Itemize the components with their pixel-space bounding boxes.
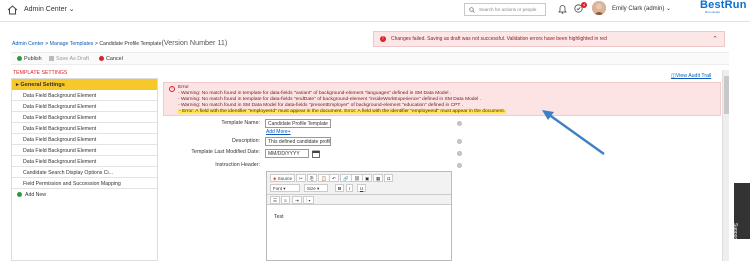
copy-button[interactable]: ⎘ — [307, 174, 317, 182]
cancel-icon — [99, 56, 104, 61]
editor-toolbar: ◈ Source ✂ ⎘ 📋 ↶ 🔗 ⛓ ▣ ▦ Ω Font ▾ Size ▾… — [267, 172, 451, 195]
scrollbar[interactable] — [722, 70, 729, 261]
source-button[interactable]: ◈ Source — [270, 174, 295, 182]
sidebar-item[interactable]: Data Field Background Element — [12, 123, 157, 134]
link-button[interactable]: 🔗 — [340, 174, 352, 182]
template-name-label: Template Name: — [221, 120, 260, 126]
sidebar-item[interactable]: Data Field Background Element — [12, 90, 157, 101]
indent-button[interactable]: ⇥ — [292, 196, 302, 204]
breadcrumb-manage-templates[interactable]: Manage Templates — [50, 41, 94, 47]
rich-text-editor[interactable]: ◈ Source ✂ ⎘ 📋 ↶ 🔗 ⛓ ▣ ▦ Ω Font ▾ Size ▾… — [266, 171, 452, 261]
instruction-header-label: Instruction Header: — [215, 162, 260, 168]
save-icon — [49, 56, 54, 61]
sidebar-item[interactable]: Data Field Background Element — [12, 134, 157, 145]
template-name-field[interactable]: Candidate Profile Template — [265, 119, 331, 128]
home-icon[interactable] — [7, 5, 18, 15]
sidebar-item[interactable]: Data Field Background Element — [12, 145, 157, 156]
cut-button[interactable]: ✂ — [296, 174, 306, 182]
editor-toolbar-row: ☰ ≡ ⇥ ⫶ ▾ — [267, 195, 451, 205]
image-button[interactable]: ▣ — [362, 174, 373, 182]
breadcrumb-admin-center[interactable]: Admin Center — [12, 41, 44, 47]
sidebar-item-general-settings[interactable]: ▸ General Settings — [12, 79, 157, 90]
brand-tagline: Run simple — [705, 10, 721, 14]
sidebar-item[interactable]: Data Field Background Element — [12, 101, 157, 112]
banner-message: Changes failed. Saving as draft was not … — [391, 36, 607, 42]
sidebar-item[interactable]: Field Permission and Succession Mapping — [12, 178, 157, 189]
annotation-arrow — [542, 110, 605, 155]
error-icon: ! — [380, 36, 386, 42]
error-line: - Warning: No match found in template fo… — [178, 91, 452, 96]
description-label: Description: — [232, 138, 260, 144]
search-input[interactable]: Search for actions or people — [464, 3, 546, 16]
sidebar-item[interactable]: Candidate Search Display Options Ci... — [12, 167, 157, 178]
error-banner: ! Changes failed. Saving as draft was no… — [373, 31, 725, 47]
toolbar: Publish Save As Draft Cancel — [11, 52, 729, 65]
sidebar: ▸ General Settings Data Field Background… — [11, 78, 158, 261]
app-switcher[interactable]: Admin Center ⌄ — [24, 5, 75, 13]
publish-icon — [17, 56, 22, 61]
template-settings-title: TEMPLATE SETTINGS — [13, 70, 68, 76]
unlink-button[interactable]: ⛓ — [351, 174, 363, 182]
support-tab[interactable]: Support — [732, 183, 750, 241]
error-line-highlighted: - Error: A field with the identifier "em… — [178, 109, 507, 114]
search-placeholder: Search for actions or people — [479, 7, 537, 12]
help-icon[interactable]: ? — [457, 121, 462, 126]
bullet-list-button[interactable]: ☰ — [270, 196, 281, 204]
italic-button[interactable]: I — [346, 184, 354, 192]
help-icon[interactable]: ? — [457, 163, 462, 168]
add-more-link[interactable]: Add More+ — [266, 129, 291, 135]
bold-button[interactable]: B — [335, 184, 345, 192]
last-modified-date-label: Template Last Modified Date: — [191, 149, 260, 155]
help-icon[interactable]: ? — [457, 139, 462, 144]
view-audit-trail-link[interactable]: ◫View Audit Trail — [671, 73, 711, 79]
scrollbar-thumb[interactable] — [724, 76, 729, 114]
bell-icon[interactable] — [558, 4, 567, 14]
breadcrumb: Admin Center > Manage Templates > Candid… — [12, 38, 227, 47]
calendar-icon[interactable] — [312, 150, 320, 158]
underline-button[interactable]: U — [357, 184, 367, 192]
font-select[interactable]: Font ▾ — [270, 184, 300, 192]
error-panel: ! Error - Warning: No match found in tem… — [163, 82, 721, 116]
table-button[interactable]: ▦ — [373, 174, 384, 182]
undo-button[interactable]: ↶ — [329, 174, 339, 182]
help-icon[interactable]: ? — [457, 151, 462, 156]
sidebar-item[interactable]: Data Field Background Element — [12, 112, 157, 123]
editor-content[interactable]: Test — [274, 214, 284, 220]
search-icon — [469, 7, 475, 13]
version-number: (Version Number 11) — [161, 38, 228, 47]
publish-button[interactable]: Publish — [17, 56, 42, 62]
avatar[interactable] — [592, 1, 606, 15]
breadcrumb-current: Candidate Profile Template — [99, 41, 162, 47]
save-as-draft-button[interactable]: Save As Draft — [49, 56, 89, 62]
error-icon: ! — [169, 86, 175, 92]
add-new-button[interactable]: Add New — [12, 189, 157, 200]
error-line: - Warning: No match found in SM Data Mod… — [178, 103, 464, 108]
size-select[interactable]: Size ▾ — [304, 184, 328, 192]
cancel-button[interactable]: Cancel — [99, 56, 123, 62]
numbered-list-button[interactable]: ≡ — [281, 196, 290, 204]
paste-button[interactable]: 📋 — [318, 174, 330, 182]
add-icon — [17, 192, 22, 197]
last-modified-date-field[interactable]: MM/DD/YYYY — [265, 149, 309, 158]
user-menu[interactable]: Emily Clark (admin) ⌄ — [612, 5, 671, 12]
collapse-icon[interactable]: ⌃ — [712, 35, 718, 43]
sidebar-item[interactable]: Data Field Background Element — [12, 156, 157, 167]
error-title: Error — [178, 85, 189, 90]
special-char-button[interactable]: Ω — [384, 174, 394, 182]
description-field[interactable]: This defined candidate profile — [265, 137, 331, 146]
align-button[interactable]: ⫶ ▾ — [303, 196, 314, 204]
top-bar: Admin Center ⌄ Search for actions or peo… — [0, 0, 750, 22]
notification-badge: 4 — [581, 2, 587, 8]
error-line: - Warning: No match found in template fo… — [178, 97, 481, 102]
